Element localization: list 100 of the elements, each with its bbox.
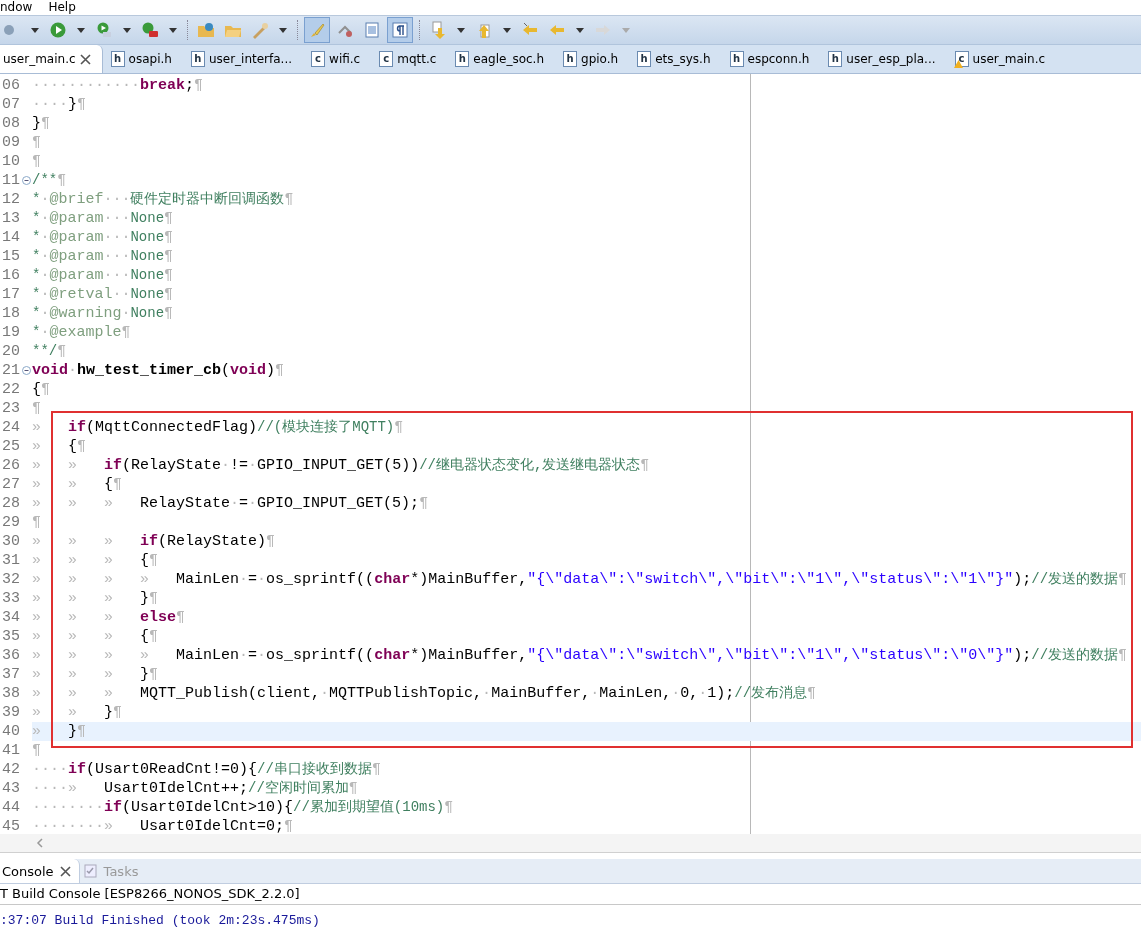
- code-line: ············break;¶: [32, 76, 205, 95]
- caret-icon[interactable]: [169, 27, 177, 33]
- brush-icon: [308, 21, 326, 39]
- file-icon: h: [563, 51, 577, 67]
- line-number: 38: [1, 684, 20, 703]
- line-number: 15: [1, 247, 20, 266]
- editor-tab[interactable]: c mqtt.c: [371, 45, 448, 73]
- line-number: 29: [1, 513, 20, 532]
- line-number: 07: [1, 95, 20, 114]
- file-icon: h: [455, 51, 470, 67]
- line-number: 13: [1, 209, 20, 228]
- file-icon: c: [379, 51, 394, 67]
- line-number: 34: [1, 608, 20, 627]
- code-line: » » » RelayState·=·GPIO_INPUT_GET(5);¶: [32, 494, 430, 513]
- code-line: » » » }¶: [32, 589, 160, 608]
- next-annotation-icon[interactable]: [429, 21, 447, 39]
- code-line: *·@example¶: [32, 323, 132, 342]
- code-line: /**¶: [32, 171, 68, 190]
- caret-icon[interactable]: [503, 27, 511, 33]
- document-icon[interactable]: [363, 21, 381, 39]
- editor-tab[interactable]: c user_main.c: [946, 45, 1057, 73]
- line-number: 27: [1, 475, 20, 494]
- debug-run-icon[interactable]: [95, 21, 113, 39]
- code-line: ¶: [32, 133, 42, 152]
- code-line: ¶: [32, 399, 42, 418]
- file-icon: h: [729, 51, 744, 67]
- menu-item[interactable]: ndow: [0, 0, 33, 15]
- editor-tab[interactable]: h user_esp_pla...: [820, 45, 947, 73]
- editor-tab[interactable]: h espconn.h: [721, 45, 821, 73]
- whitespace-toggle-button[interactable]: [387, 17, 413, 43]
- line-number: 16: [1, 266, 20, 285]
- editor-tab[interactable]: h osapi.h: [102, 45, 183, 73]
- menu-item[interactable]: Help: [48, 0, 76, 15]
- line-number: 36: [1, 646, 20, 665]
- caret-icon[interactable]: [77, 27, 85, 33]
- code-line: }¶: [32, 114, 52, 133]
- code-line: » » » MQTT_Publish(client,·MQTTPublishTopic,·MainBuffer,·MainLen,·0,·1);//发布消息¶: [32, 684, 818, 703]
- line-number: 40: [1, 722, 20, 741]
- scroll-left-icon[interactable]: [36, 838, 44, 848]
- caret-icon[interactable]: [457, 27, 465, 33]
- file-icon: c: [954, 51, 969, 67]
- run-icon[interactable]: [49, 21, 67, 39]
- line-number: 35: [1, 627, 20, 646]
- line-number: 39: [1, 703, 20, 722]
- collapse-icon[interactable]: [21, 366, 31, 375]
- code-line: {¶: [32, 380, 52, 399]
- line-number: 33: [1, 589, 20, 608]
- code-line: *·@param···None¶: [32, 266, 175, 285]
- code-line: ····» Usart0IdelCnt++;//空闲时间累加¶: [32, 779, 359, 798]
- caret-icon[interactable]: [31, 27, 39, 33]
- line-number: 25: [1, 437, 20, 456]
- editor-tab[interactable]: h ets_sys.h: [629, 45, 722, 73]
- external-tool-icon[interactable]: [141, 21, 159, 39]
- highlight-toggle-button[interactable]: [304, 17, 330, 43]
- line-number: 09: [1, 133, 20, 152]
- line-number: 10: [1, 152, 20, 171]
- line-number: 11: [1, 171, 20, 190]
- close-icon[interactable]: [79, 53, 91, 65]
- file-icon: h: [190, 51, 205, 67]
- code-line: *·@param···None¶: [32, 209, 175, 228]
- editor-tab[interactable]: c wifi.c: [303, 45, 372, 73]
- caret-icon[interactable]: [123, 27, 131, 33]
- close-icon[interactable]: [59, 865, 71, 877]
- code-line: ········» Usart0IdelCnt=0;¶: [32, 817, 295, 834]
- code-line: ¶: [32, 741, 42, 760]
- wand-icon[interactable]: [251, 21, 269, 39]
- collapse-icon[interactable]: [21, 176, 31, 185]
- code-line: » » » else¶: [32, 608, 187, 627]
- line-number: 44: [1, 798, 20, 817]
- code-line: *·@retval··None¶: [32, 285, 175, 304]
- code-line: **/¶: [32, 342, 68, 361]
- line-number: 17: [1, 285, 20, 304]
- editor-tab[interactable]: h eagle_soc.h: [447, 45, 555, 73]
- line-number: 18: [1, 304, 20, 323]
- line-number: 19: [1, 323, 20, 342]
- line-number: 31: [1, 551, 20, 570]
- code-line: ¶: [32, 513, 42, 532]
- code-line: » » }¶: [32, 703, 124, 722]
- editor-tab[interactable]: h gpio.h: [555, 45, 630, 73]
- open-folder-icon[interactable]: [197, 21, 215, 39]
- pilcrow-icon: [391, 21, 409, 39]
- line-number: 23: [1, 399, 20, 418]
- line-number: 08: [1, 114, 20, 133]
- caret-icon[interactable]: [576, 27, 584, 33]
- editor-tab[interactable]: h user_interfa...: [182, 45, 304, 73]
- console-output: :37:07 Build Finished (took 2m:23s.475ms): [0, 913, 321, 928]
- code-line: » » » » MainLen·=·os_sprintf((char*)MainBuffer,"{\"data\":\"switch\",\"bit\":\"1\",\"status\":\"1\"}");//发送的数据¶: [32, 570, 1129, 589]
- console-title: T Build Console [ESP8266_NONOS_SDK_2.2.0]: [0, 884, 1141, 905]
- file-icon: h: [110, 51, 125, 67]
- caret-icon[interactable]: [279, 27, 287, 33]
- line-number: 30: [1, 532, 20, 551]
- line-number: 20: [1, 342, 20, 361]
- code-line: » » if(RelayState·!=·GPIO_INPUT_GET(5))//继电器状态变化,发送继电器状态¶: [32, 456, 651, 475]
- console-tab[interactable]: Console: [0, 859, 80, 883]
- line-number: 26: [1, 456, 20, 475]
- code-line: » » » {¶: [32, 551, 160, 570]
- line-number: 06: [1, 76, 20, 95]
- code-line: *·@param···None¶: [32, 247, 175, 266]
- line-number: 43: [1, 779, 20, 798]
- editor-tab[interactable]: user_main.c: [0, 45, 103, 73]
